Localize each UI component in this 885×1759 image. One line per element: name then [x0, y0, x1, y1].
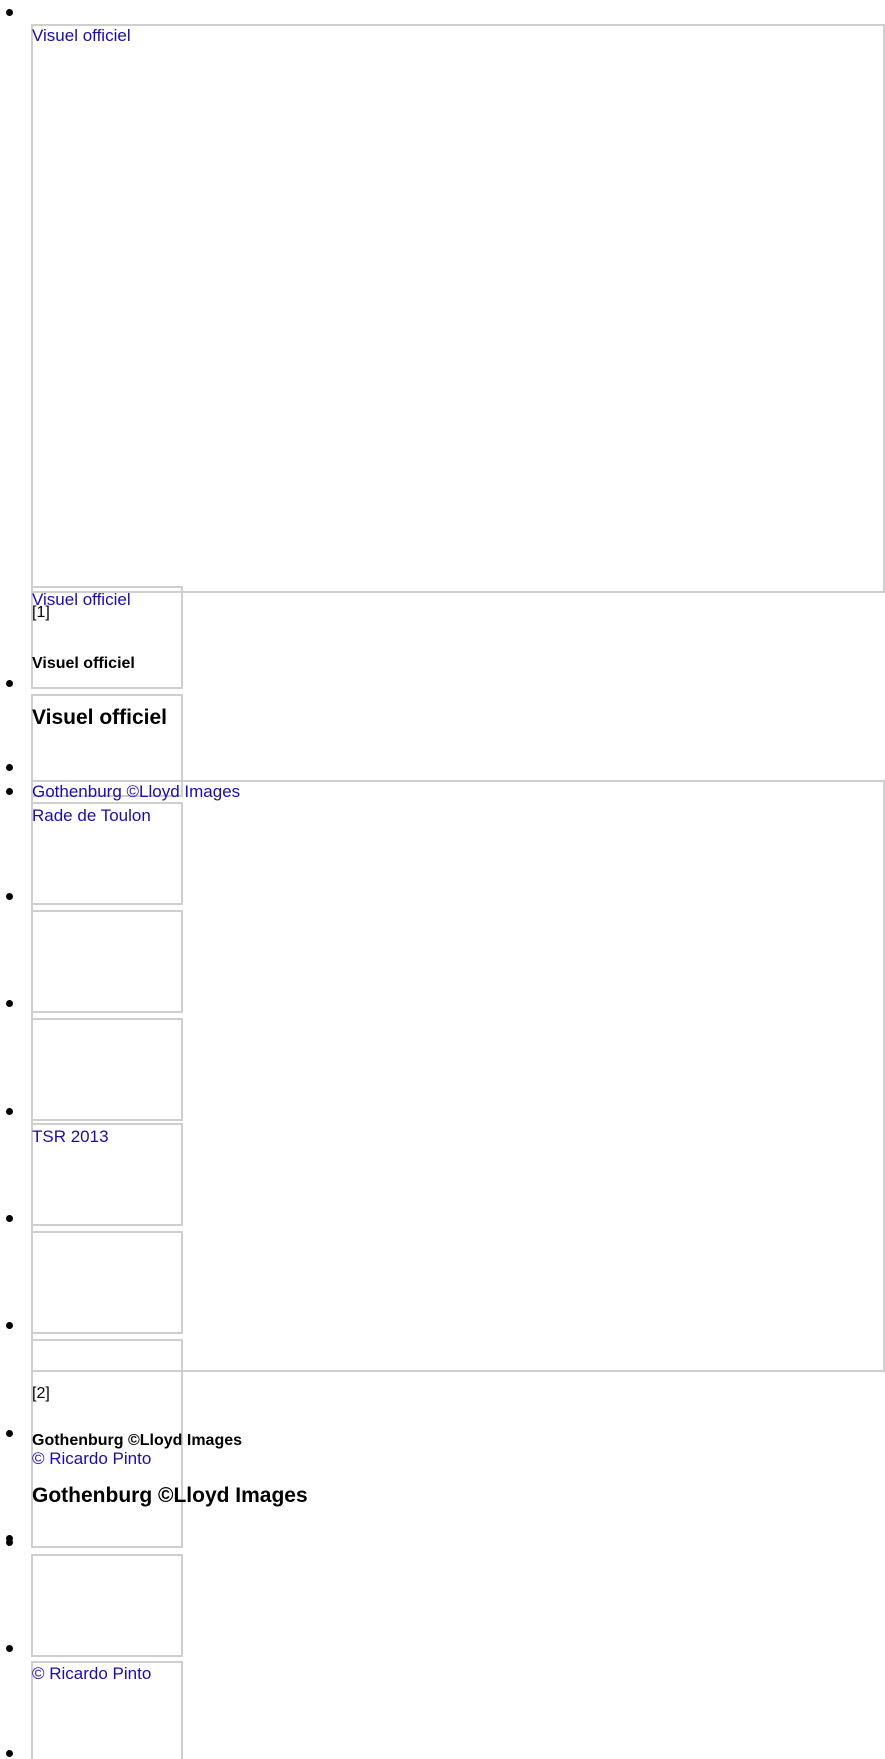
list-bullet: [6, 893, 13, 900]
thumbnail-frame[interactable]: [31, 910, 183, 1013]
list-bullet: [6, 1645, 13, 1652]
list-bullet: [6, 1322, 13, 1329]
image-caption: Visuel officiel: [32, 706, 167, 729]
list-bullet: [6, 1430, 13, 1437]
list-bullet: [6, 1539, 13, 1546]
list-bullet: [6, 764, 13, 771]
image-caption: Gothenburg ©Lloyd Images: [32, 1484, 308, 1507]
thumbnail-link[interactable]: Rade de Toulon: [32, 806, 151, 826]
thumbnail-frame[interactable]: [31, 1018, 183, 1121]
thumbnail-frame[interactable]: [31, 1231, 183, 1334]
list-bullet: [6, 680, 13, 687]
main-image-link[interactable]: Visuel officiel: [32, 26, 131, 46]
reference-number: [1]: [32, 604, 50, 621]
list-bullet: [6, 1108, 13, 1115]
reference-number: [2]: [32, 1385, 50, 1402]
list-bullet: [6, 1750, 13, 1757]
thumbnail-link[interactable]: TSR 2013: [32, 1127, 109, 1147]
thumbnail-link[interactable]: © Ricardo Pinto: [32, 1449, 151, 1469]
main-image-frame[interactable]: [31, 24, 885, 593]
thumbnail-link[interactable]: © Ricardo Pinto: [32, 1664, 151, 1684]
list-bullet: [6, 9, 13, 16]
thumbnail-frame[interactable]: [31, 1554, 183, 1657]
thumbnail-caption: Visuel officiel: [32, 655, 135, 672]
main-image-link[interactable]: Gothenburg ©Lloyd Images: [32, 782, 240, 802]
thumbnail-caption: Gothenburg ©Lloyd Images: [32, 1432, 243, 1449]
list-bullet: [6, 1000, 13, 1007]
list-bullet: [6, 788, 13, 795]
list-bullet: [6, 1215, 13, 1222]
